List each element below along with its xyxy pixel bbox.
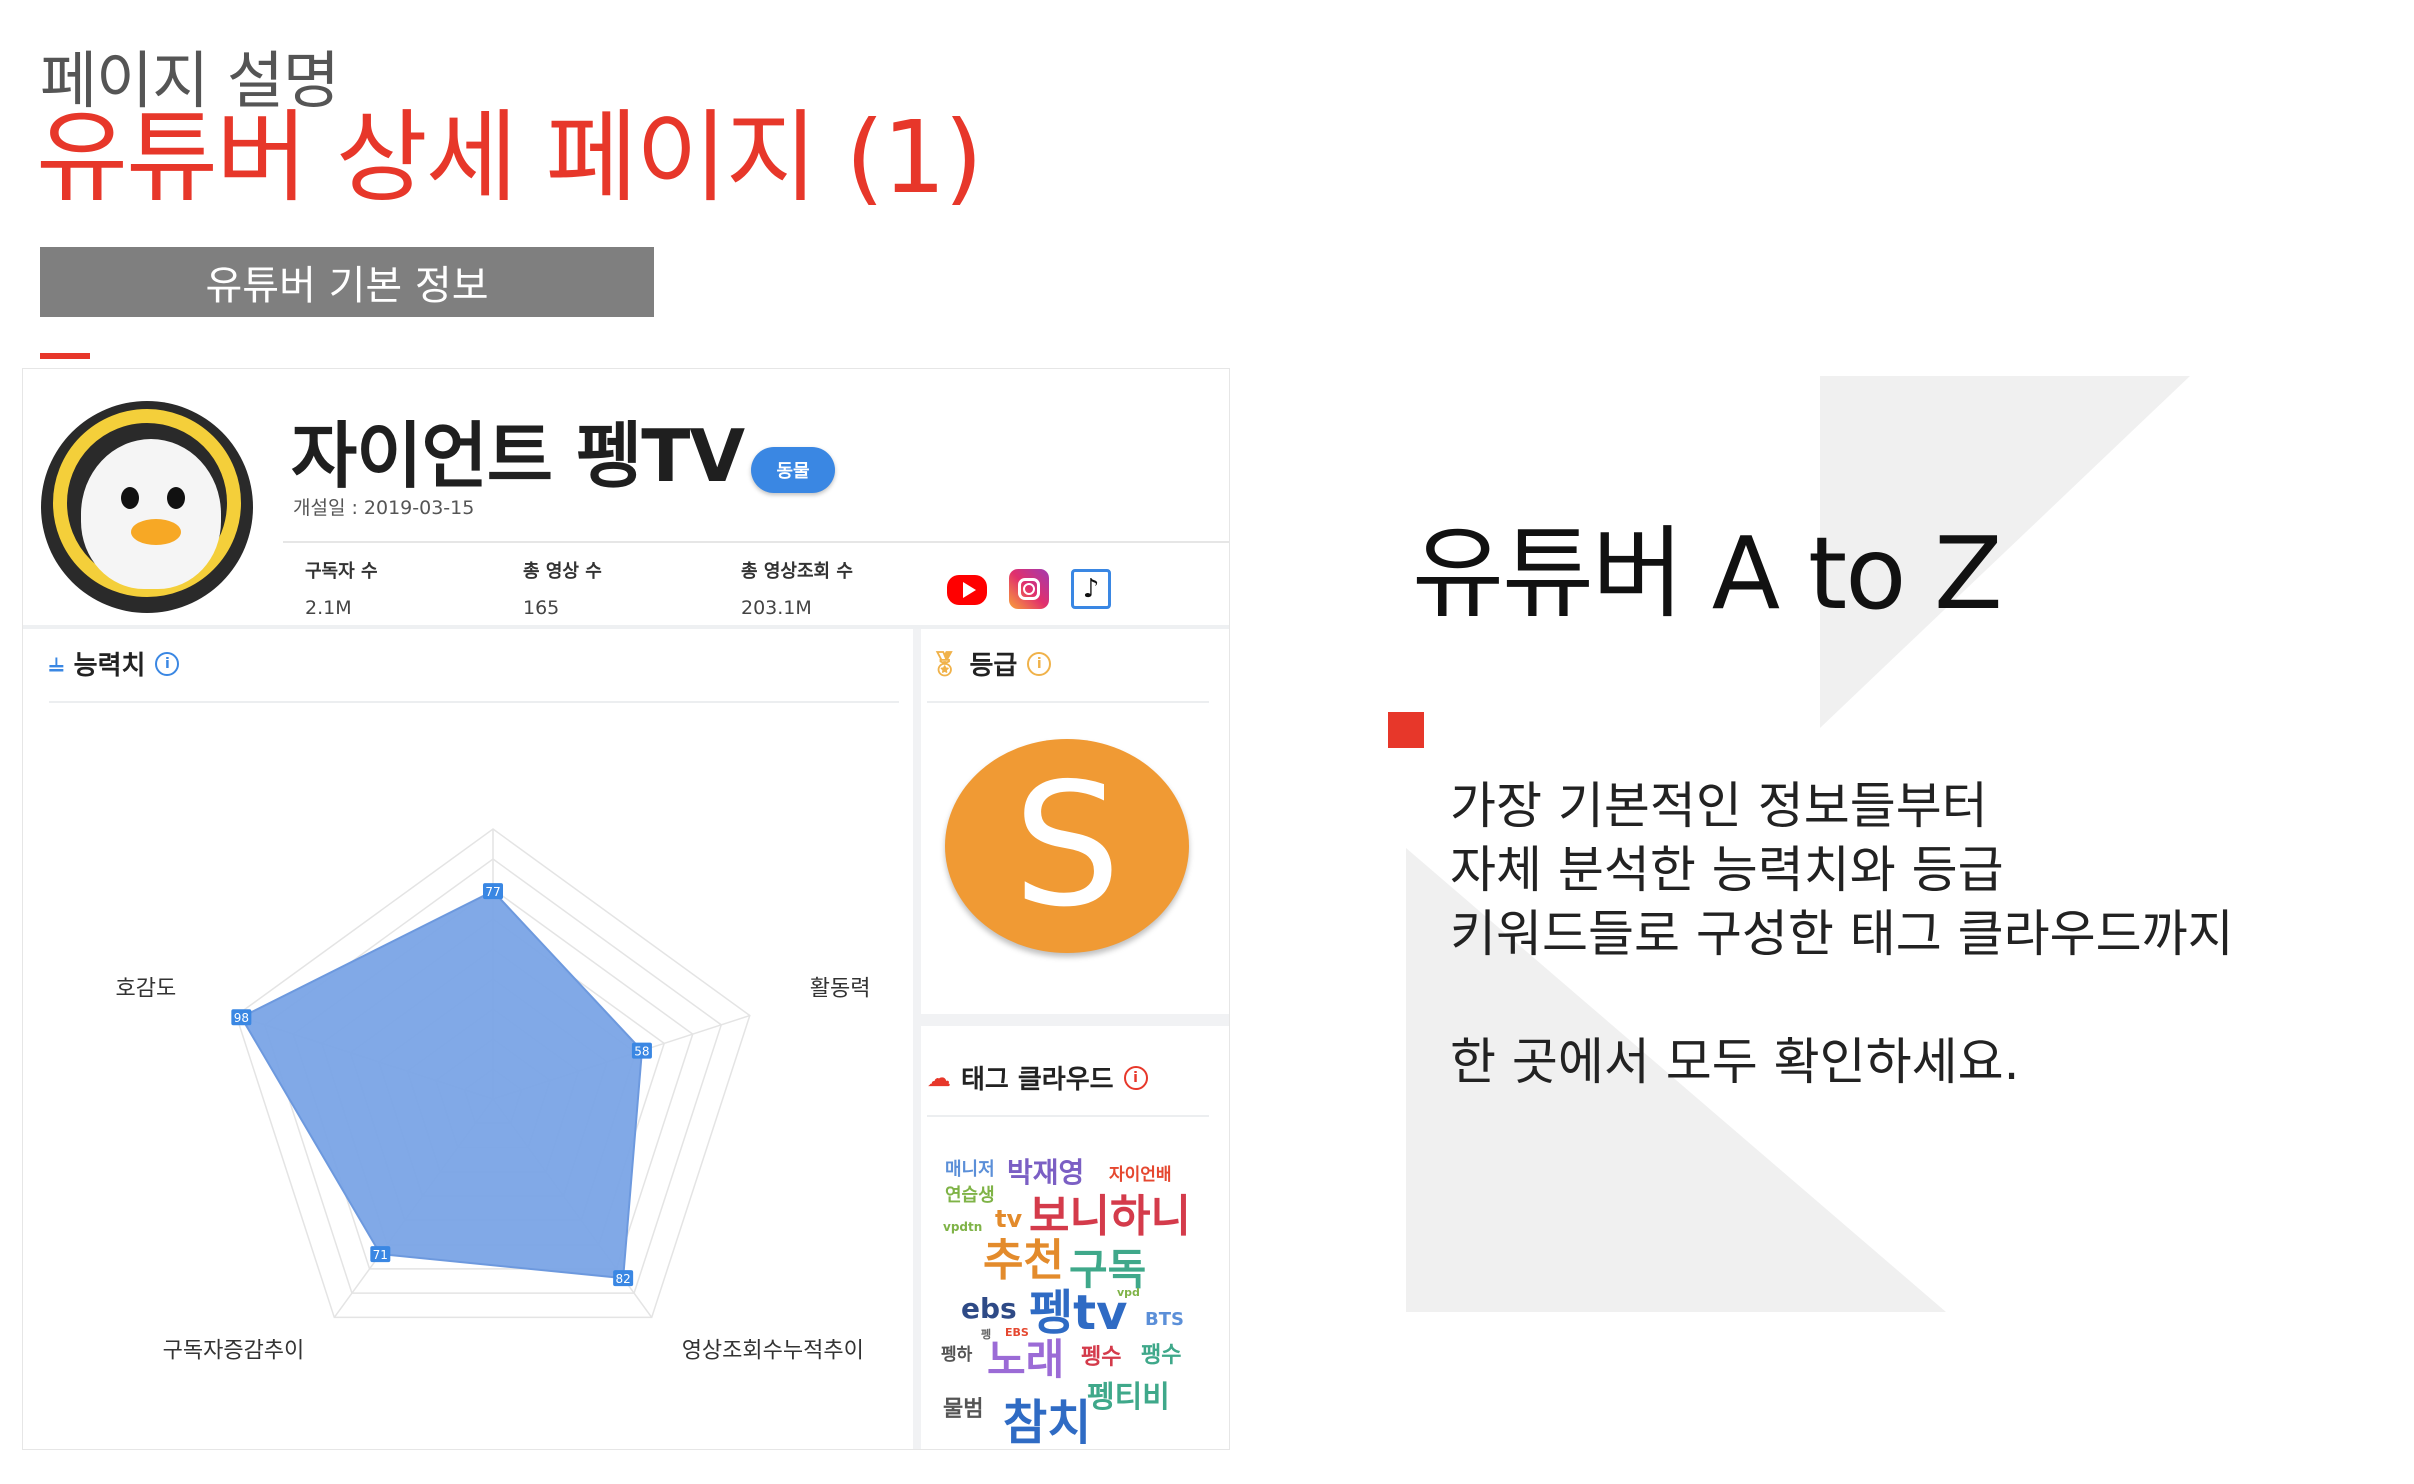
stat-label: 총 영상조회 수 — [741, 561, 853, 582]
radar-axis-label: 영향력 — [463, 769, 524, 773]
stat-views: 총 영상조회 수 203.1M — [741, 557, 853, 619]
info-icon[interactable]: i — [1123, 1065, 1148, 1090]
tag[interactable]: 박재영 — [1007, 1159, 1084, 1187]
section-label: 유튜버 기본 정보 — [40, 247, 654, 317]
radar-value-label: 77 — [483, 883, 503, 900]
tag-cloud-header: ☁ 태그 클라우드 i — [927, 1059, 1148, 1096]
divider — [913, 629, 921, 1449]
description-line: 키워드들로 구성한 태그 클라우드까지 — [1450, 905, 2234, 963]
divider — [927, 1115, 1209, 1117]
ability-header: ⫨ 능력치 i — [49, 645, 180, 682]
divider — [49, 701, 899, 703]
info-icon[interactable]: i — [1027, 651, 1052, 676]
grade-header: 🏅︎ 등급 i — [929, 645, 1052, 682]
description-line: 자체 분석한 능력치와 등급 — [1450, 841, 2004, 899]
svg-text:82: 82 — [615, 1272, 630, 1286]
tag[interactable]: 펭수 — [1081, 1347, 1121, 1369]
tag[interactable]: 펭tv — [1029, 1289, 1127, 1337]
tiktok-icon[interactable]: ♪ — [1071, 569, 1111, 609]
accent-dash — [40, 353, 90, 359]
stat-subscribers: 구독자 수 2.1M — [305, 557, 378, 619]
svg-text:98: 98 — [234, 1011, 249, 1025]
feature-title: 유튜버 A to Z — [1412, 515, 2003, 632]
tag[interactable]: 보니하니 — [1029, 1195, 1191, 1239]
tag[interactable]: 추천 — [983, 1239, 1064, 1283]
radar-value-label: 98 — [231, 1009, 252, 1026]
description-line — [1450, 966, 2234, 1030]
tag[interactable]: 연습생 — [945, 1187, 995, 1205]
tag[interactable]: vpd — [1117, 1287, 1140, 1298]
grade-badge: S — [945, 739, 1189, 953]
divider — [23, 625, 1229, 629]
tag[interactable]: 팽수 — [1141, 1345, 1181, 1367]
stat-value: 203.1M — [741, 597, 812, 619]
tag-cloud-title: 태그 클라우드 — [961, 1065, 1114, 1095]
radar-axis-label: 구독자증감추이 — [163, 1338, 305, 1363]
page-title: 유튜버 상세 페이지 (1) — [36, 99, 983, 216]
radar-axis-label: 호감도 — [115, 977, 176, 1002]
ability-icon: ⫨ — [49, 648, 64, 678]
tag[interactable]: tv — [995, 1207, 1022, 1231]
tag-cloud: 매니저 박재영 자이언배 연습생 tv 보니하니 vpdtn 추천 구독 ebs… — [923, 1149, 1223, 1449]
open-date: 개설일 : 2019-03-15 — [293, 497, 475, 519]
grade-title: 등급 — [969, 651, 1018, 681]
feature-description: 가장 기본적인 정보들부터 자체 분석한 능력치와 등급 키워드들로 구성한 태… — [1450, 774, 2234, 1094]
tag[interactable]: 매니저 — [945, 1161, 995, 1179]
divider — [927, 701, 1209, 703]
accent-square — [1388, 712, 1424, 748]
divider — [283, 541, 1229, 543]
tag[interactable]: vpdtn — [943, 1221, 982, 1233]
description-line: 한 곳에서 모두 확인하세요. — [1450, 1033, 2020, 1091]
tag[interactable]: 펭티비 — [1087, 1383, 1170, 1413]
channel-name: 자이언트 펭TV — [291, 414, 745, 498]
divider — [913, 1014, 1229, 1026]
ability-title: 능력치 — [73, 651, 146, 681]
youtuber-detail-card: 자이언트 펭TV 동물 개설일 : 2019-03-15 구독자 수 2.1M … — [22, 368, 1230, 1450]
tag[interactable]: 참치 — [1003, 1399, 1091, 1447]
radar-value-label: 71 — [370, 1246, 391, 1263]
tag[interactable]: 노래 — [987, 1339, 1064, 1381]
tag[interactable]: 펭하 — [941, 1347, 972, 1364]
stat-value: 165 — [523, 597, 560, 619]
tag[interactable]: 물범 — [943, 1399, 983, 1421]
tag[interactable]: BTS — [1145, 1311, 1184, 1329]
svg-text:71: 71 — [373, 1248, 388, 1262]
info-icon[interactable]: i — [155, 651, 180, 676]
ability-radar-chart: 77 58 82 71 98 영향력활동력영상조회수누적추이 구독자증감추이 호감도 — [115, 769, 871, 1363]
tag[interactable]: 자이언배 — [1109, 1167, 1172, 1184]
stat-label: 총 영상 수 — [523, 561, 602, 582]
channel-avatar — [41, 401, 253, 613]
description-line: 가장 기본적인 정보들부터 — [1450, 777, 1988, 835]
stat-label: 구독자 수 — [305, 561, 378, 582]
youtube-icon[interactable] — [947, 575, 987, 605]
tag[interactable]: ebs — [961, 1295, 1017, 1323]
cloud-icon: ☁ — [927, 1063, 951, 1092]
svg-text:58: 58 — [634, 1045, 649, 1059]
category-badge[interactable]: 동물 — [751, 447, 835, 493]
radar-axis-label: 활동력 — [810, 977, 871, 1002]
stat-value: 2.1M — [305, 597, 352, 619]
radar-area — [239, 889, 643, 1280]
instagram-icon[interactable] — [1009, 569, 1049, 609]
stat-videos: 총 영상 수 165 — [523, 557, 602, 619]
svg-text:77: 77 — [485, 885, 500, 899]
radar-axis-label: 영상조회수누적추이 — [682, 1338, 864, 1363]
radar-value-label: 58 — [631, 1042, 652, 1059]
radar-value-label: 82 — [613, 1270, 634, 1287]
medal-icon: 🏅︎ — [929, 649, 960, 678]
